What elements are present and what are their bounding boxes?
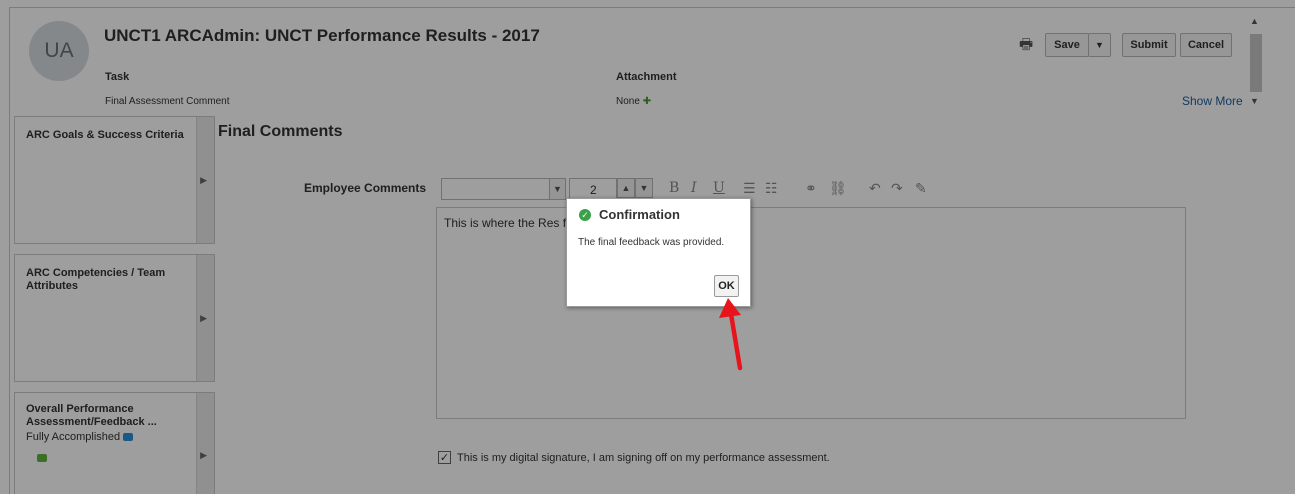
- ok-button[interactable]: OK: [714, 275, 739, 297]
- red-arrow-annotation: [719, 298, 743, 371]
- arrow-head: [719, 298, 741, 318]
- app-window: UA UNCT1 ARCAdmin: UNCT Performance Resu…: [0, 0, 1295, 494]
- dialog-title: Confirmation: [599, 207, 680, 222]
- arrow-shaft: [728, 311, 743, 371]
- dialog-message: The final feedback was provided.: [578, 237, 725, 248]
- check-circle-icon: ✓: [579, 209, 591, 221]
- confirmation-dialog: ✓ Confirmation The final feedback was pr…: [566, 198, 751, 307]
